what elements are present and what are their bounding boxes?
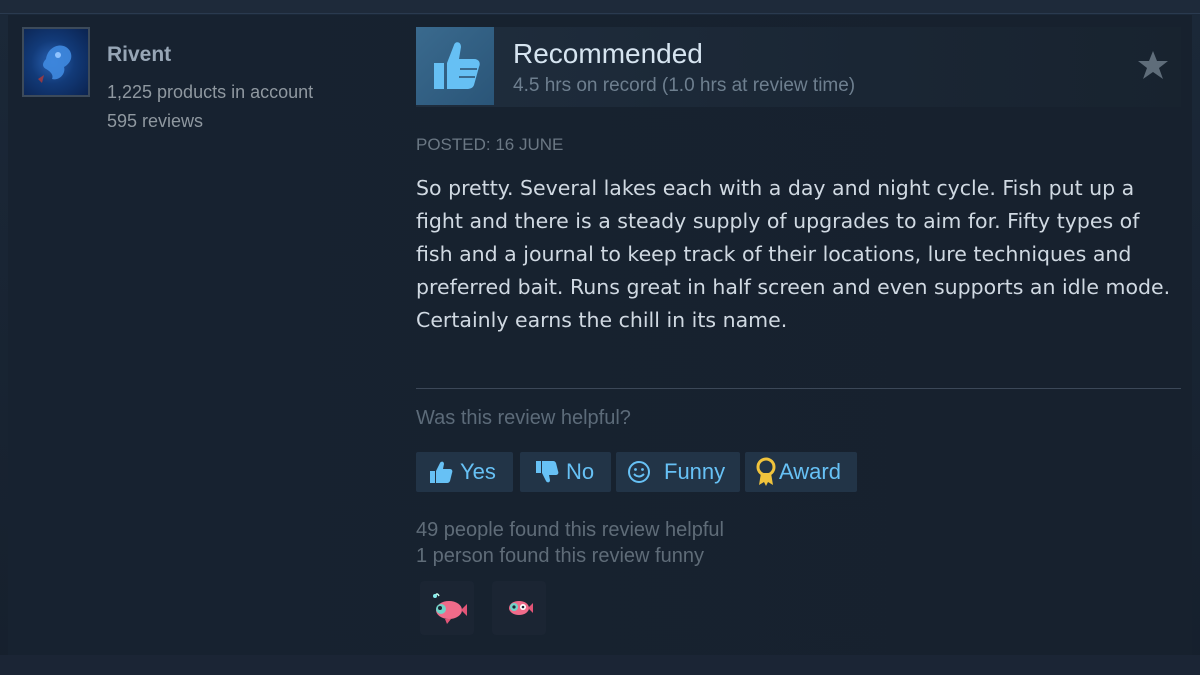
review-card: Rivent 1,225 products in account 595 rev… (8, 15, 1192, 655)
fish-award-icon[interactable] (492, 581, 546, 635)
fish-award-icon[interactable] (420, 581, 474, 635)
funny-count: 1 person found this review funny (416, 545, 704, 567)
yes-button[interactable]: Yes (416, 452, 513, 492)
smiley-icon (628, 461, 650, 483)
star-icon[interactable] (1137, 49, 1169, 81)
author-name[interactable]: Rivent (107, 43, 171, 67)
no-button[interactable]: No (520, 452, 611, 492)
review-body: So pretty. Several lakes each with a day… (416, 176, 1171, 332)
helpful-question: Was this review helpful? (416, 407, 631, 429)
no-label: No (566, 459, 595, 484)
review-page: Rivent 1,225 products in account 595 rev… (0, 0, 1200, 675)
author-block: Rivent 1,225 products in account 595 rev… (22, 27, 382, 131)
thumbs-up-icon (416, 27, 494, 105)
verdict-title[interactable]: Recommended (513, 38, 703, 70)
award-label: Award (779, 459, 841, 484)
thumbs-down-icon (536, 461, 559, 483)
divider (416, 388, 1181, 389)
yes-label: Yes (460, 459, 496, 484)
funny-button[interactable]: Funny (616, 452, 740, 492)
bottom-divider (0, 655, 1200, 675)
avatar[interactable] (22, 27, 90, 97)
hours-on-record: 4.5 hrs on record (1.0 hrs at review tim… (513, 75, 856, 96)
thumbs-up-icon (430, 461, 453, 483)
posted-date: POSTED: 16 JUNE (416, 135, 564, 154)
helpful-count: 49 people found this review helpful (416, 519, 724, 541)
award-ribbon-icon (756, 457, 776, 486)
funny-label: Funny (664, 459, 726, 484)
author-reviews-count[interactable]: 595 reviews (107, 111, 203, 132)
top-divider (0, 0, 1200, 14)
award-button[interactable]: Award (745, 452, 857, 492)
vote-header: Recommended 4.5 hrs on record (1.0 hrs a… (416, 27, 1181, 107)
author-products-count[interactable]: 1,225 products in account (107, 82, 313, 103)
